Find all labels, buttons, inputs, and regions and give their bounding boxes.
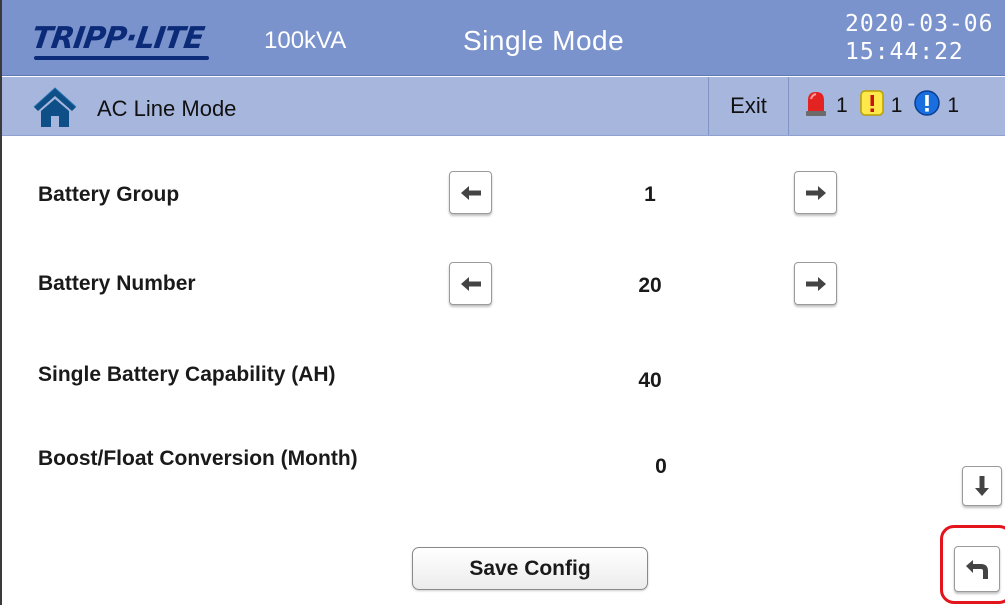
info-icon [914,90,941,122]
battery-number-increase-button[interactable] [794,262,837,305]
battery-group-label: Battery Group [38,183,180,206]
home-icon[interactable] [30,85,80,129]
boost-float-conversion-value: 0 [655,455,667,478]
exit-button[interactable]: Exit [709,77,789,135]
date-display: 2020-03-06 [845,11,994,37]
save-config-button[interactable]: Save Config [412,547,648,590]
battery-number-decrease-button[interactable] [449,262,492,305]
scroll-down-button[interactable] [962,466,1002,506]
back-button[interactable] [954,546,1000,592]
back-return-icon [966,560,988,579]
battery-group-value: 1 [644,183,656,206]
status-right-panel: Exit 1 1 1 [708,77,1005,135]
info-indicator[interactable]: 1 [914,90,963,122]
warning-indicator[interactable]: 1 [859,90,907,122]
warning-count: 1 [890,94,903,117]
battery-capability-label: Single Battery Capability (AH) [38,363,336,386]
battery-group-increase-button[interactable] [794,171,837,214]
model-label: 100kVA [264,27,347,54]
alarm-siren-icon [803,89,829,123]
battery-capability-value: 40 [638,369,662,392]
alarm-siren-indicator[interactable]: 1 [803,89,852,123]
alarm-siren-count: 1 [836,94,848,117]
battery-group-decrease-button[interactable] [449,171,492,214]
tripp-lite-logo: TRIPP·LITE [29,14,210,62]
warning-icon [859,90,884,122]
battery-number-label: Battery Number [38,272,196,295]
logo-underline [34,56,210,60]
operating-mode-title: Single Mode [463,25,625,56]
boost-float-conversion-label: Boost/Float Conversion (Month) [38,447,358,470]
header-bar: TRIPP·LITE 100kVA Single Mode 2020-03-06… [2,0,1005,76]
info-count: 1 [947,94,960,117]
ups-status-text: AC Line Mode [97,96,237,121]
arrow-right-icon [805,276,826,291]
logo-text: TRIPP·LITE [29,20,206,56]
battery-number-value: 20 [638,274,662,297]
arrow-right-icon [805,185,826,200]
arrow-left-icon [460,276,481,291]
datetime-display: 2020-03-06 15:44:22 [845,10,993,66]
time-display: 15:44:22 [845,39,964,65]
status-bar: AC Line Mode Exit 1 1 1 [2,77,1005,136]
ups-settings-screen: TRIPP·LITE 100kVA Single Mode 2020-03-06… [0,0,1005,605]
alarm-indicators: 1 1 1 [789,89,963,123]
arrow-down-icon [975,476,989,496]
arrow-left-icon [460,185,481,200]
